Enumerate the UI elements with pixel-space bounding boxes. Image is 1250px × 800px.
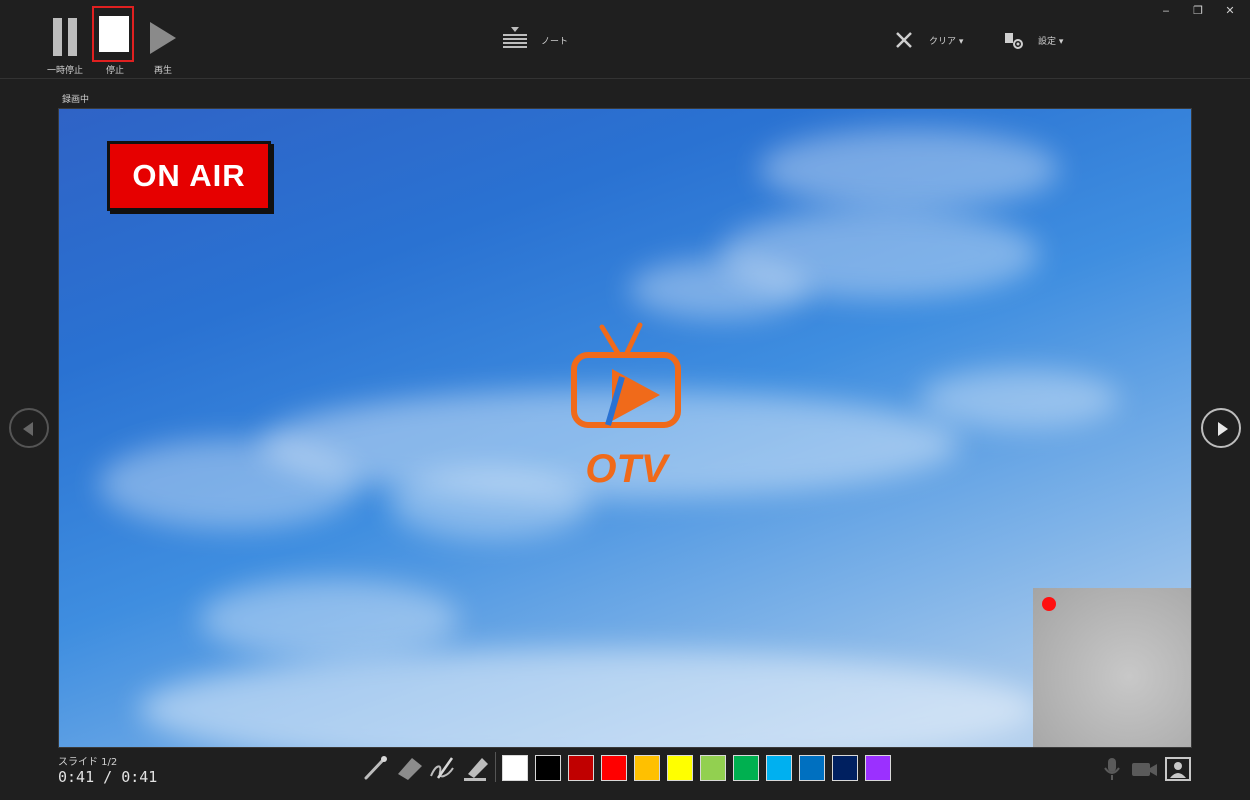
settings-button[interactable]: 設定 ▾ — [1004, 26, 1063, 54]
tv-play-icon — [571, 322, 681, 428]
previous-slide-button[interactable] — [9, 408, 49, 448]
color-swatch[interactable] — [733, 755, 759, 781]
camera-preview-icon — [1165, 757, 1191, 781]
pause-icon — [53, 18, 62, 56]
pause-label: 一時停止 — [46, 66, 83, 76]
highlighter-tool[interactable] — [462, 754, 490, 782]
color-swatch[interactable] — [799, 755, 825, 781]
settings-gear-icon — [1005, 33, 1023, 49]
color-swatch[interactable] — [502, 755, 528, 781]
color-swatch[interactable] — [601, 755, 627, 781]
pause-icon-bar — [68, 18, 77, 56]
clear-button[interactable]: クリア ▾ — [895, 26, 963, 54]
stop-button[interactable]: 停止 — [90, 6, 140, 76]
toolbar-divider — [495, 752, 496, 782]
notes-button[interactable]: ノート — [503, 26, 568, 54]
stop-label: 停止 — [105, 66, 124, 76]
next-slide-button[interactable] — [1201, 408, 1241, 448]
cloud — [389, 469, 589, 539]
camera-preview-button[interactable] — [1164, 756, 1192, 782]
cloud — [139, 649, 1039, 747]
slide-counter: スライド 1/2 — [58, 757, 118, 768]
play-icon — [150, 22, 176, 54]
cloud — [99, 439, 359, 529]
microphone-icon — [1104, 758, 1120, 780]
eraser-tool[interactable] — [396, 754, 424, 782]
restore-button[interactable]: ❐ — [1190, 4, 1206, 18]
color-swatch[interactable] — [535, 755, 561, 781]
pen-icon — [364, 756, 387, 780]
arrow-left-icon — [23, 422, 33, 436]
arrow-right-icon — [1218, 422, 1228, 436]
color-swatch[interactable] — [766, 755, 792, 781]
pen-fine-tool[interactable] — [428, 754, 456, 782]
stop-icon — [92, 6, 134, 62]
highlighter-icon — [464, 758, 488, 781]
cloud — [199, 579, 459, 659]
color-swatch[interactable] — [700, 755, 726, 781]
pen-tool[interactable] — [362, 754, 390, 782]
minimize-button[interactable]: ‒ — [1158, 4, 1174, 18]
toolbar-divider — [0, 78, 1250, 79]
on-air-text: ON AIR — [132, 158, 246, 193]
color-swatch[interactable] — [667, 755, 693, 781]
microphone-button[interactable] — [1098, 756, 1126, 782]
camera-preview — [1033, 588, 1191, 747]
notes-icon — [503, 27, 527, 48]
eraser-icon — [398, 758, 422, 780]
clear-label: クリア ▾ — [929, 36, 964, 47]
notes-label: ノート — [541, 36, 569, 47]
color-swatch[interactable] — [634, 755, 660, 781]
close-button[interactable]: ✕ — [1222, 4, 1238, 18]
cloud — [759, 129, 1059, 209]
video-camera-button[interactable] — [1130, 756, 1158, 782]
color-swatch[interactable] — [568, 755, 594, 781]
clear-x-icon — [896, 32, 912, 48]
play-button[interactable]: 再生 — [138, 6, 188, 76]
otv-logo: OTV — [564, 317, 689, 497]
settings-label: 設定 ▾ — [1038, 36, 1064, 47]
otv-logo-text: OTV — [585, 447, 668, 491]
color-swatch[interactable] — [832, 755, 858, 781]
pause-button[interactable]: 一時停止 — [40, 6, 90, 76]
cloud — [629, 259, 809, 319]
play-label: 再生 — [153, 66, 172, 76]
cloud — [919, 369, 1119, 429]
recording-toolbar: 一時停止 停止 再生 ノート クリア ▾ 設定 ▾ ‒ ❐ ✕ — [0, 0, 1250, 78]
recording-time: 0:41 / 0:41 — [58, 768, 158, 786]
slide-canvas: ON AIR OTV — [58, 108, 1192, 748]
on-air-badge: ON AIR — [107, 141, 271, 211]
color-swatch[interactable] — [865, 755, 891, 781]
recording-dot-icon — [1042, 597, 1056, 611]
pen-fine-icon — [430, 757, 454, 779]
video-camera-icon — [1132, 763, 1157, 776]
recording-status: 録画中 — [62, 95, 90, 105]
